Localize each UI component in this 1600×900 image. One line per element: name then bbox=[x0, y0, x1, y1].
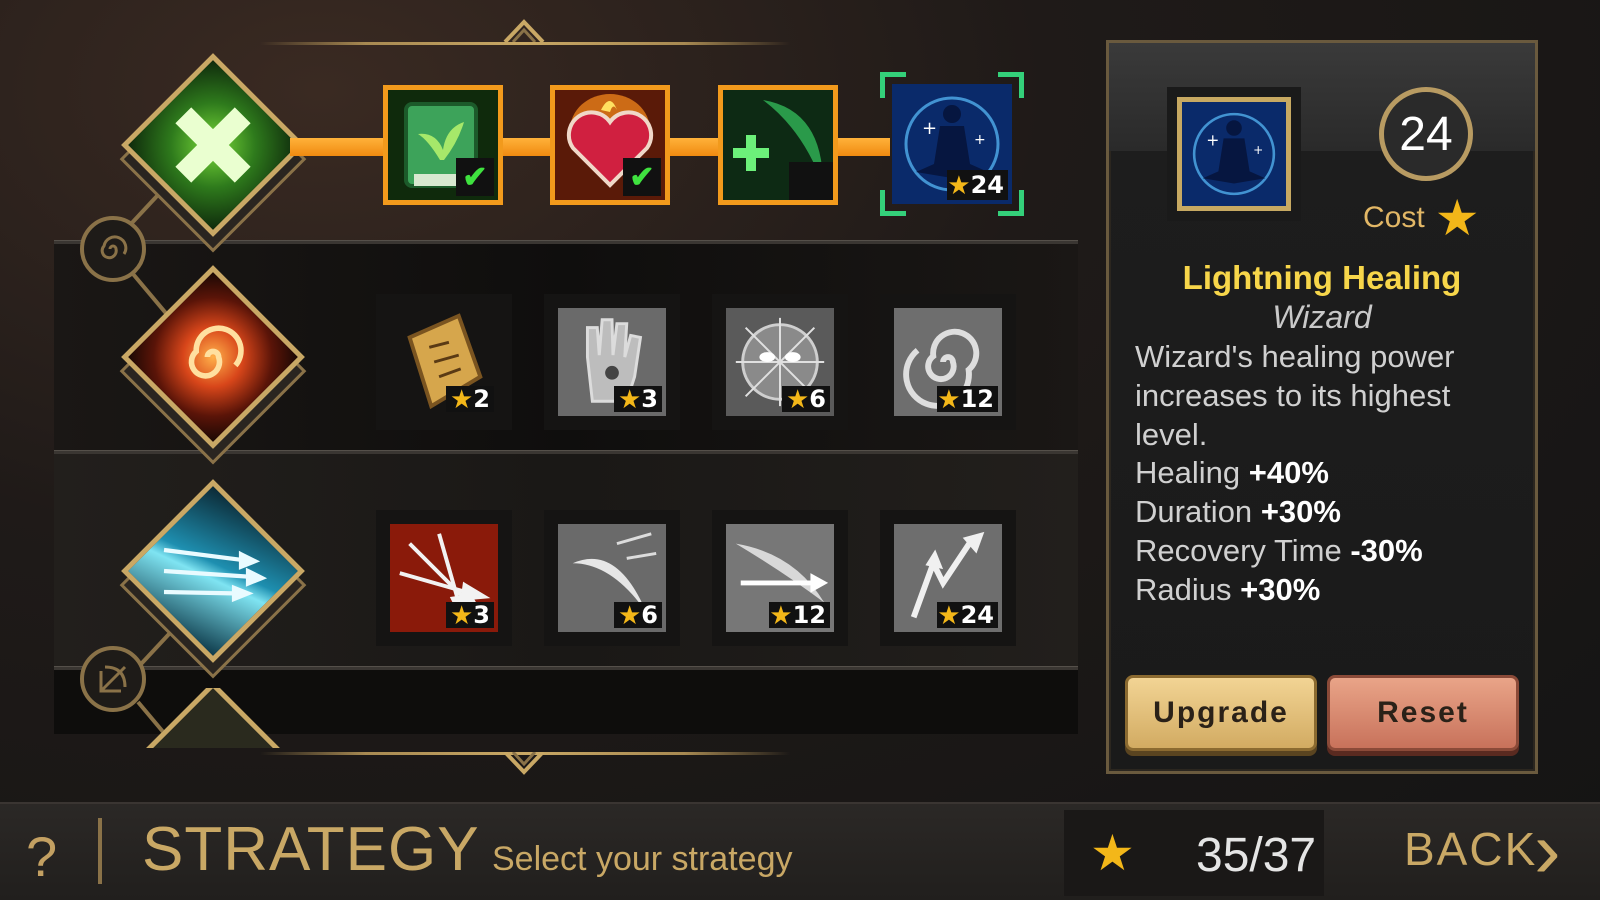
star-icon: ★ bbox=[449, 384, 474, 414]
cost-badge: ★ 24 bbox=[947, 170, 1008, 200]
detail-skill-icon-frame: + + bbox=[1167, 87, 1301, 221]
skill-green-plus[interactable] bbox=[718, 85, 838, 205]
category-healing[interactable] bbox=[121, 53, 305, 237]
star-icon: ★ bbox=[617, 600, 642, 630]
cost-badge: ★ 3 bbox=[614, 384, 662, 414]
star-icon: ★ bbox=[1090, 825, 1135, 881]
cost-badge: ★ 3 bbox=[446, 600, 494, 630]
owned-check-icon: ✔ bbox=[456, 158, 494, 196]
cost-badge: ★ 12 bbox=[937, 384, 998, 414]
chevron-right-icon[interactable]: › bbox=[1534, 810, 1561, 890]
skill-swirl[interactable]: ★ 12 bbox=[880, 294, 1016, 430]
back-button[interactable]: BACK bbox=[1404, 822, 1537, 876]
skill-flaming-heart[interactable]: ✔ bbox=[550, 85, 670, 205]
skill-class: Wizard bbox=[1272, 299, 1372, 335]
upgrade-button[interactable]: Upgrade bbox=[1125, 675, 1317, 751]
page-subtitle: Select your strategy bbox=[492, 840, 793, 878]
skill-detail-panel: + + 24 Cost ★ Lightning Healing Wizard W… bbox=[1106, 40, 1538, 774]
skill-description: Wizard's healing power increases to its … bbox=[1135, 339, 1455, 452]
spiral-rune-icon bbox=[100, 235, 128, 260]
skill-palm-hand[interactable]: ★ 3 bbox=[544, 294, 680, 430]
svg-text:+: + bbox=[922, 118, 937, 139]
stat-recovery-time: Recovery Time -30% bbox=[1135, 533, 1423, 568]
skill-scroll[interactable]: ★ 2 bbox=[376, 294, 512, 430]
category-partial[interactable] bbox=[128, 688, 298, 748]
fire-vortex-icon bbox=[188, 325, 244, 379]
cost-value: 24 bbox=[1379, 87, 1473, 181]
arrow-volley-icon bbox=[163, 547, 268, 603]
skill-title: Lightning Healing bbox=[1182, 259, 1462, 296]
bow-rune-icon bbox=[99, 665, 127, 693]
skill-arrow-burst[interactable]: ★ 3 bbox=[376, 510, 512, 646]
skill-herb-book[interactable]: ✔ bbox=[383, 85, 503, 205]
cost-badge: ★ 6 bbox=[614, 600, 662, 630]
cost-badge: ★ 2 bbox=[446, 384, 494, 414]
skill-spiderweb-face[interactable]: ★ 6 bbox=[712, 294, 848, 430]
category-fire[interactable] bbox=[121, 265, 305, 449]
scroll-down-chevron-icon[interactable] bbox=[503, 752, 545, 776]
star-points-counter: ★ 35/37 bbox=[1064, 810, 1324, 896]
cost-badge: ★ 24 bbox=[937, 600, 998, 630]
star-icon: ★ bbox=[449, 600, 474, 630]
help-button[interactable]: ? bbox=[26, 824, 57, 889]
category-arrows[interactable] bbox=[121, 479, 305, 663]
cost-badge: ★ 6 bbox=[782, 384, 830, 414]
star-icon: ★ bbox=[769, 600, 793, 630]
footer-divider bbox=[98, 818, 102, 884]
star-icon: ★ bbox=[937, 384, 961, 414]
skill-dash-arrow[interactable]: ★ 12 bbox=[712, 510, 848, 646]
owned-check-icon: ✔ bbox=[623, 158, 661, 196]
stat-healing: Healing +40% bbox=[1135, 455, 1329, 490]
page-title: STRATEGY bbox=[142, 815, 480, 884]
star-icon: ★ bbox=[937, 600, 961, 630]
svg-text:+: + bbox=[974, 132, 986, 148]
top-ornament-line bbox=[260, 42, 790, 45]
stat-duration: Duration +30% bbox=[1135, 494, 1341, 529]
svg-text:+: + bbox=[1206, 131, 1219, 149]
skill-lightning-healing[interactable]: + + ★ 24 bbox=[892, 84, 1012, 204]
scroll-up-chevron-icon[interactable] bbox=[503, 18, 545, 42]
healing-cross-icon bbox=[175, 107, 251, 183]
star-icon: ★ bbox=[785, 384, 810, 414]
footer-bar: ? STRATEGY Select your strategy ★ 35/37 … bbox=[0, 802, 1600, 900]
star-icon: ★ bbox=[617, 384, 642, 414]
cost-badge: ★ 12 bbox=[769, 600, 830, 630]
star-icon: ★ bbox=[947, 170, 971, 200]
skill-swoosh[interactable]: ★ 6 bbox=[544, 510, 680, 646]
svg-text:+: + bbox=[1253, 143, 1263, 157]
green-plus-slash-icon bbox=[723, 90, 833, 200]
star-icon: ★ bbox=[1434, 190, 1480, 246]
skill-split-arrow[interactable]: ★ 24 bbox=[880, 510, 1016, 646]
cost-label-row: Cost ★ bbox=[1363, 193, 1480, 243]
points-value: 35/37 bbox=[1196, 829, 1317, 882]
stat-radius: Radius +30% bbox=[1135, 572, 1321, 607]
reset-button[interactable]: Reset bbox=[1327, 675, 1519, 751]
lightning-healing-icon: + + bbox=[1182, 102, 1286, 206]
cost-label: Cost bbox=[1363, 201, 1425, 234]
